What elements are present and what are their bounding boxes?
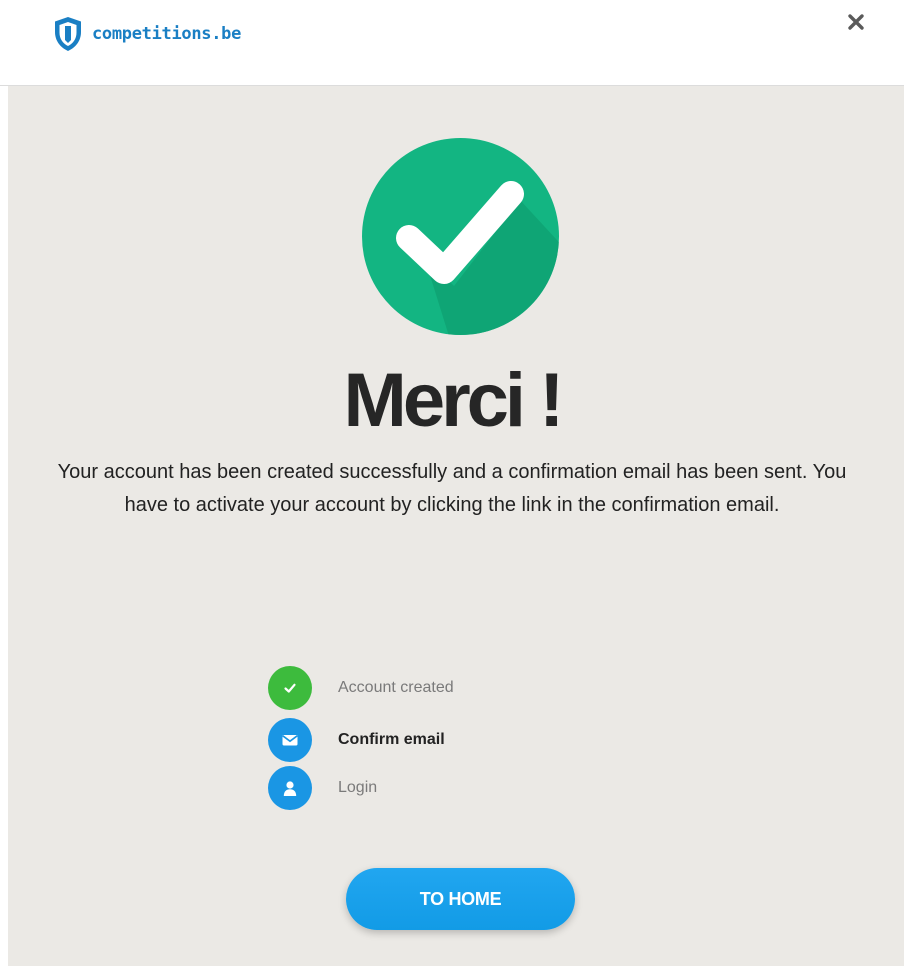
confirmation-message: Your account has been created successful… — [57, 461, 847, 516]
step-account-created: Account created — [268, 666, 454, 710]
step-label: Confirm email — [338, 731, 445, 748]
to-home-button[interactable]: TO HOME — [346, 868, 575, 930]
step-login: Login — [268, 766, 377, 810]
success-check-icon — [362, 138, 559, 335]
site-logo[interactable]: competitions.be — [52, 14, 241, 54]
step-confirm-email: Confirm email — [268, 718, 445, 762]
top-bar: competitions.be — [0, 0, 904, 86]
confirmation-panel: Merci ! Your account has been created su… — [8, 86, 904, 966]
step-label: Account created — [338, 679, 454, 696]
close-icon — [848, 14, 864, 30]
close-button[interactable] — [844, 10, 868, 34]
logo-text: competitions.be — [92, 24, 242, 44]
page-title: Merci ! — [343, 358, 565, 443]
step-check-icon — [268, 666, 312, 710]
user-icon — [268, 766, 312, 810]
envelope-icon — [268, 718, 312, 762]
shield-logo-icon — [55, 17, 81, 51]
step-label: Login — [338, 779, 378, 796]
